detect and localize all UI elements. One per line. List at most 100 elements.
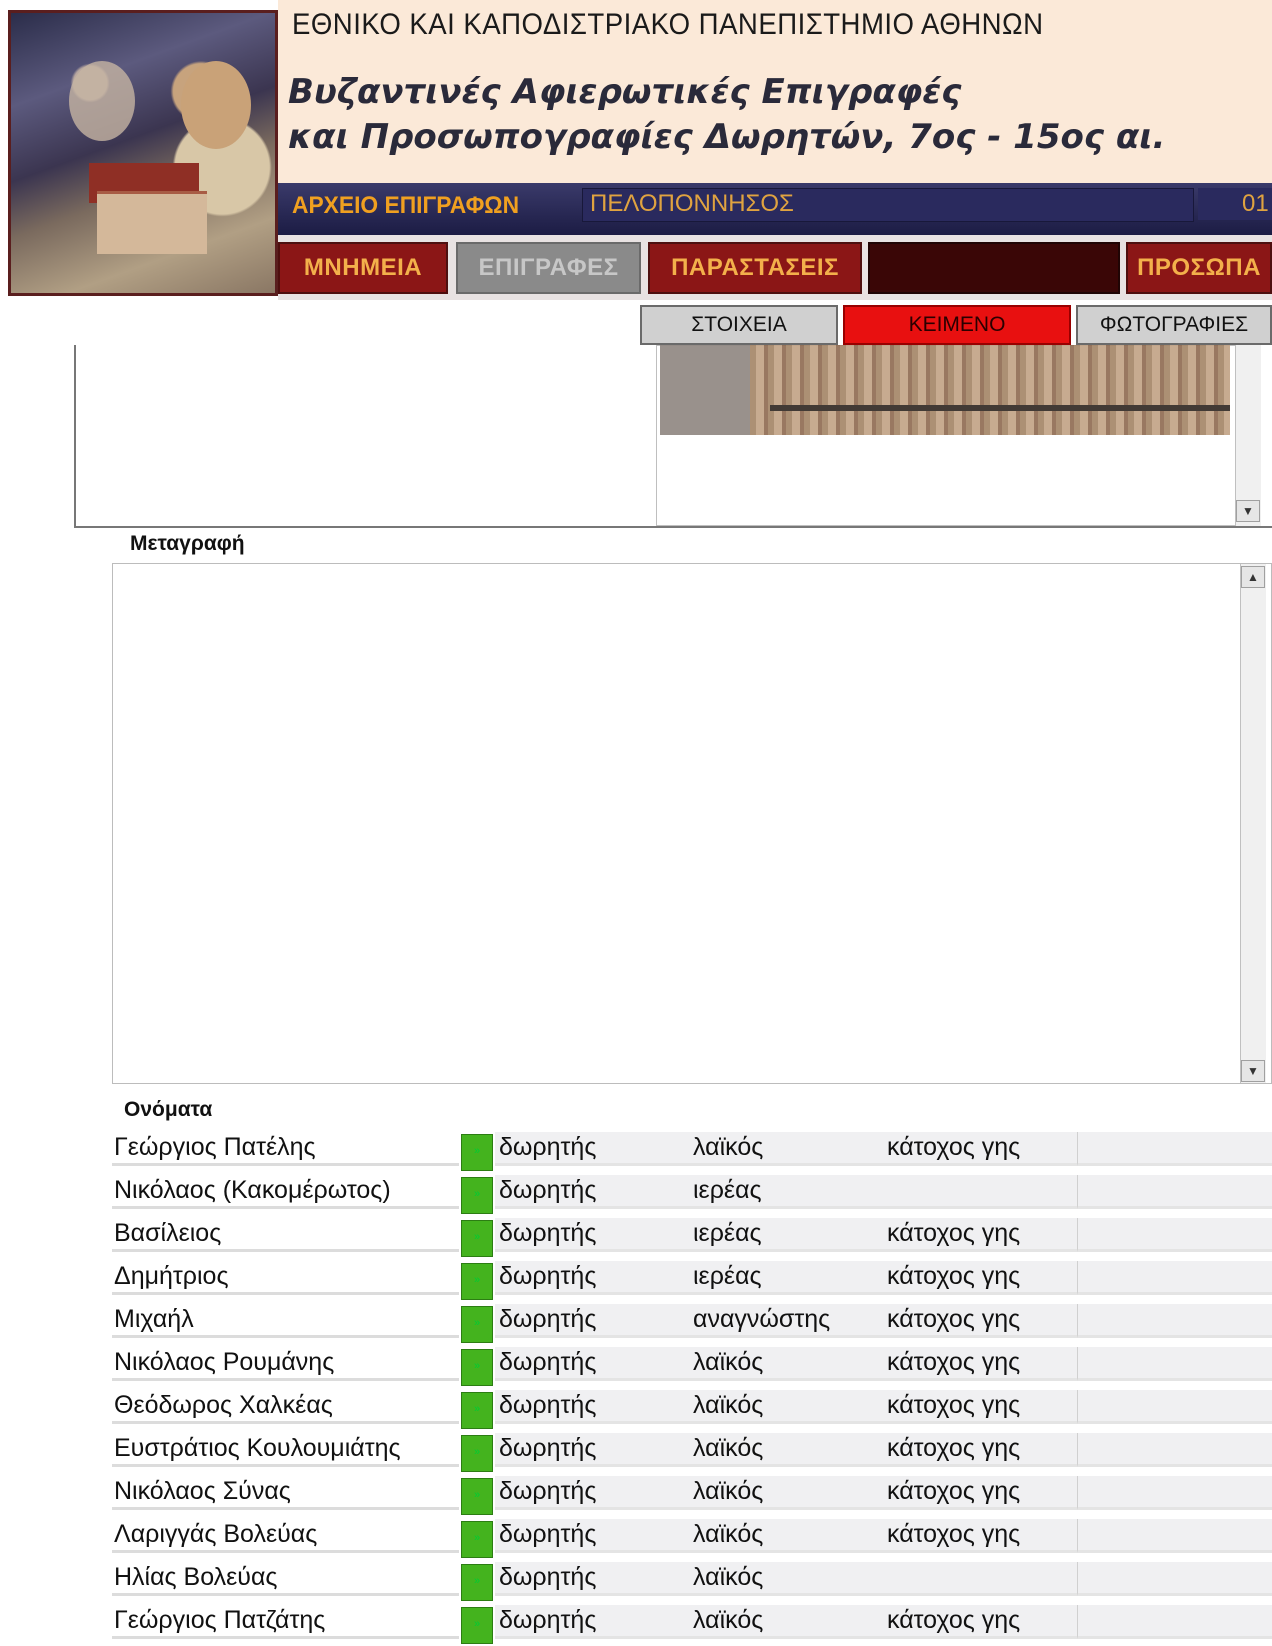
person-role: δωρητής [495, 1476, 689, 1510]
tab-photos[interactable]: ΦΩΤΟΓΡΑΦΙΕΣ [1076, 305, 1272, 345]
nav-inscriptions-button[interactable]: ΕΠΙΓΡΑΦΕΣ [456, 242, 641, 294]
person-name: Νικόλαος Ρουμάνης [112, 1347, 459, 1381]
go-button-icon[interactable]: » [461, 1134, 493, 1171]
table-row: Γεώργιος Πατζάτης » δωρητής λαϊκός κάτοχ… [112, 1603, 1272, 1646]
person-property: κάτοχος γης [883, 1261, 1077, 1295]
person-status: λαϊκός [689, 1562, 883, 1596]
person-status: ιερέας [689, 1218, 883, 1252]
project-title-line-2-text: και Προσωπογραφίες Δωρητών, 7ος - 15ος α… [288, 117, 1166, 157]
go-button-icon[interactable]: » [461, 1263, 493, 1300]
person-status: ιερέας [689, 1175, 883, 1209]
up-arrow-icon[interactable]: ▲ [1241, 566, 1265, 588]
names-table: Γεώργιος Πατέλης » δωρητής λαϊκός κάτοχο… [112, 1130, 1272, 1646]
person-extra [1077, 1519, 1272, 1553]
person-extra [1077, 1605, 1272, 1639]
person-name: Νικόλαος Σύνας [112, 1476, 459, 1510]
table-row: Βασίλειος » δωρητής ιερέας κάτοχος γης [112, 1216, 1272, 1259]
go-button-icon[interactable]: » [461, 1435, 493, 1472]
person-extra [1077, 1390, 1272, 1424]
photo-scrollbar[interactable] [1235, 345, 1261, 526]
person-property: κάτοχος γης [883, 1304, 1077, 1338]
person-name: Δημήτριος [112, 1261, 459, 1295]
transcription-scrollbar[interactable] [1240, 564, 1266, 1083]
go-button-icon[interactable]: » [461, 1392, 493, 1429]
nav-empty-slot [868, 242, 1120, 294]
go-button-icon[interactable]: » [461, 1349, 493, 1386]
person-property [883, 1175, 1077, 1209]
university-title: ΕΘΝΙΚΟ ΚΑΙ ΚΑΠΟΔΙΣΤΡΙΑΚΟ ΠΑΝΕΠΙΣΤΗΜΙΟ ΑΘ… [292, 8, 1044, 41]
person-name: Μιχαήλ [112, 1304, 459, 1338]
go-button-icon[interactable]: » [461, 1220, 493, 1257]
go-button-icon[interactable]: » [461, 1177, 493, 1214]
person-status: αναγνώστης [689, 1304, 883, 1338]
person-extra [1077, 1261, 1272, 1295]
table-row: Δημήτριος » δωρητής ιερέας κάτοχος γης [112, 1259, 1272, 1302]
person-status: λαϊκός [689, 1347, 883, 1381]
archive-label: ΑΡΧΕΙΟ ΕΠΙΓΡΑΦΩΝ [292, 192, 520, 219]
person-role: δωρητής [495, 1175, 689, 1209]
transcription-textarea[interactable] [112, 563, 1272, 1084]
person-name: Γεώργιος Πατζάτης [112, 1605, 459, 1639]
person-role: δωρητής [495, 1347, 689, 1381]
table-row: Λαριγγάς Βολεύας » δωρητής λαϊκός κάτοχο… [112, 1517, 1272, 1560]
tab-details[interactable]: ΣΤΟΙΧΕΙΑ [640, 305, 838, 345]
go-button-icon[interactable]: » [461, 1564, 493, 1601]
nav-depictions-button[interactable]: ΠΑΡΑΣΤΑΣΕΙΣ [648, 242, 862, 294]
person-extra [1077, 1347, 1272, 1381]
record-id-value: 01 [1242, 190, 1269, 217]
person-property: κάτοχος γης [883, 1519, 1077, 1553]
go-button-icon[interactable]: » [461, 1306, 493, 1343]
table-row: Μιχαήλ » δωρητής αναγνώστης κάτοχος γης [112, 1302, 1272, 1345]
person-property: κάτοχος γης [883, 1476, 1077, 1510]
table-row: Νικόλαος Σύνας » δωρητής λαϊκός κάτοχος … [112, 1474, 1272, 1517]
person-name: Λαριγγάς Βολεύας [112, 1519, 459, 1553]
names-label: Ονόματα [124, 1098, 213, 1121]
table-row: Θεόδωρος Χαλκέας » δωρητής λαϊκός κάτοχο… [112, 1388, 1272, 1431]
inscription-photo[interactable] [660, 345, 1230, 435]
person-property: κάτοχος γης [883, 1132, 1077, 1166]
person-name: Γεώργιος Πατέλης [112, 1132, 459, 1166]
person-extra [1077, 1218, 1272, 1252]
go-button-icon[interactable]: » [461, 1478, 493, 1515]
go-button-icon[interactable]: » [461, 1521, 493, 1558]
table-row: Νικόλαος Ρουμάνης » δωρητής λαϊκός κάτοχ… [112, 1345, 1272, 1388]
table-row: Νικόλαος (Κακομέρωτος) » δωρητής ιερέας [112, 1173, 1272, 1216]
person-name: Ηλίας Βολεύας [112, 1562, 459, 1596]
table-row: Ηλίας Βολεύας » δωρητής λαϊκός [112, 1560, 1272, 1603]
person-extra [1077, 1433, 1272, 1467]
transcription-label: Μεταγραφή [130, 532, 245, 555]
nav-persons-button[interactable]: ΠΡΟΣΩΠΑ [1126, 242, 1272, 294]
person-role: δωρητής [495, 1261, 689, 1295]
person-property: κάτοχος γης [883, 1218, 1077, 1252]
person-name: Νικόλαος (Κακομέρωτος) [112, 1175, 459, 1209]
left-pane [76, 345, 658, 526]
nav-monuments-button[interactable]: ΜΝΗΜΕΙΑ [278, 242, 448, 294]
person-role: δωρητής [495, 1390, 689, 1424]
person-status: λαϊκός [689, 1390, 883, 1424]
person-role: δωρητής [495, 1433, 689, 1467]
fresco-logo-image [8, 10, 278, 296]
project-title-line-1: Βυζαντινές Αφιερωτικές Επιγραφές [288, 72, 962, 112]
person-status: λαϊκός [689, 1433, 883, 1467]
person-name: Θεόδωρος Χαλκέας [112, 1390, 459, 1424]
tab-text[interactable]: ΚΕΙΜΕΝΟ [843, 305, 1071, 345]
person-role: δωρητής [495, 1605, 689, 1639]
person-extra [1077, 1304, 1272, 1338]
down-arrow-icon[interactable]: ▼ [1241, 1060, 1265, 1082]
person-role: δωρητής [495, 1218, 689, 1252]
person-extra [1077, 1132, 1272, 1166]
person-property: κάτοχος γης [883, 1605, 1077, 1639]
person-role: δωρητής [495, 1519, 689, 1553]
person-name: Βασίλειος [112, 1218, 459, 1252]
person-role: δωρητής [495, 1304, 689, 1338]
down-arrow-icon[interactable]: ▼ [1236, 500, 1260, 522]
region-value: ΠΕΛΟΠΟΝΝΗΣΟΣ [590, 190, 794, 217]
person-status: λαϊκός [689, 1476, 883, 1510]
person-status: ιερέας [689, 1261, 883, 1295]
person-status: λαϊκός [689, 1519, 883, 1553]
table-row: Γεώργιος Πατέλης » δωρητής λαϊκός κάτοχο… [112, 1130, 1272, 1173]
project-title-line-2: και Προσωπογραφίες Δωρητών, 7ος - 15ος α… [288, 117, 1165, 157]
go-button-icon[interactable]: » [461, 1607, 493, 1644]
person-property: κάτοχος γης [883, 1390, 1077, 1424]
person-name: Ευστράτιος Κουλουμιάτης [112, 1433, 459, 1467]
